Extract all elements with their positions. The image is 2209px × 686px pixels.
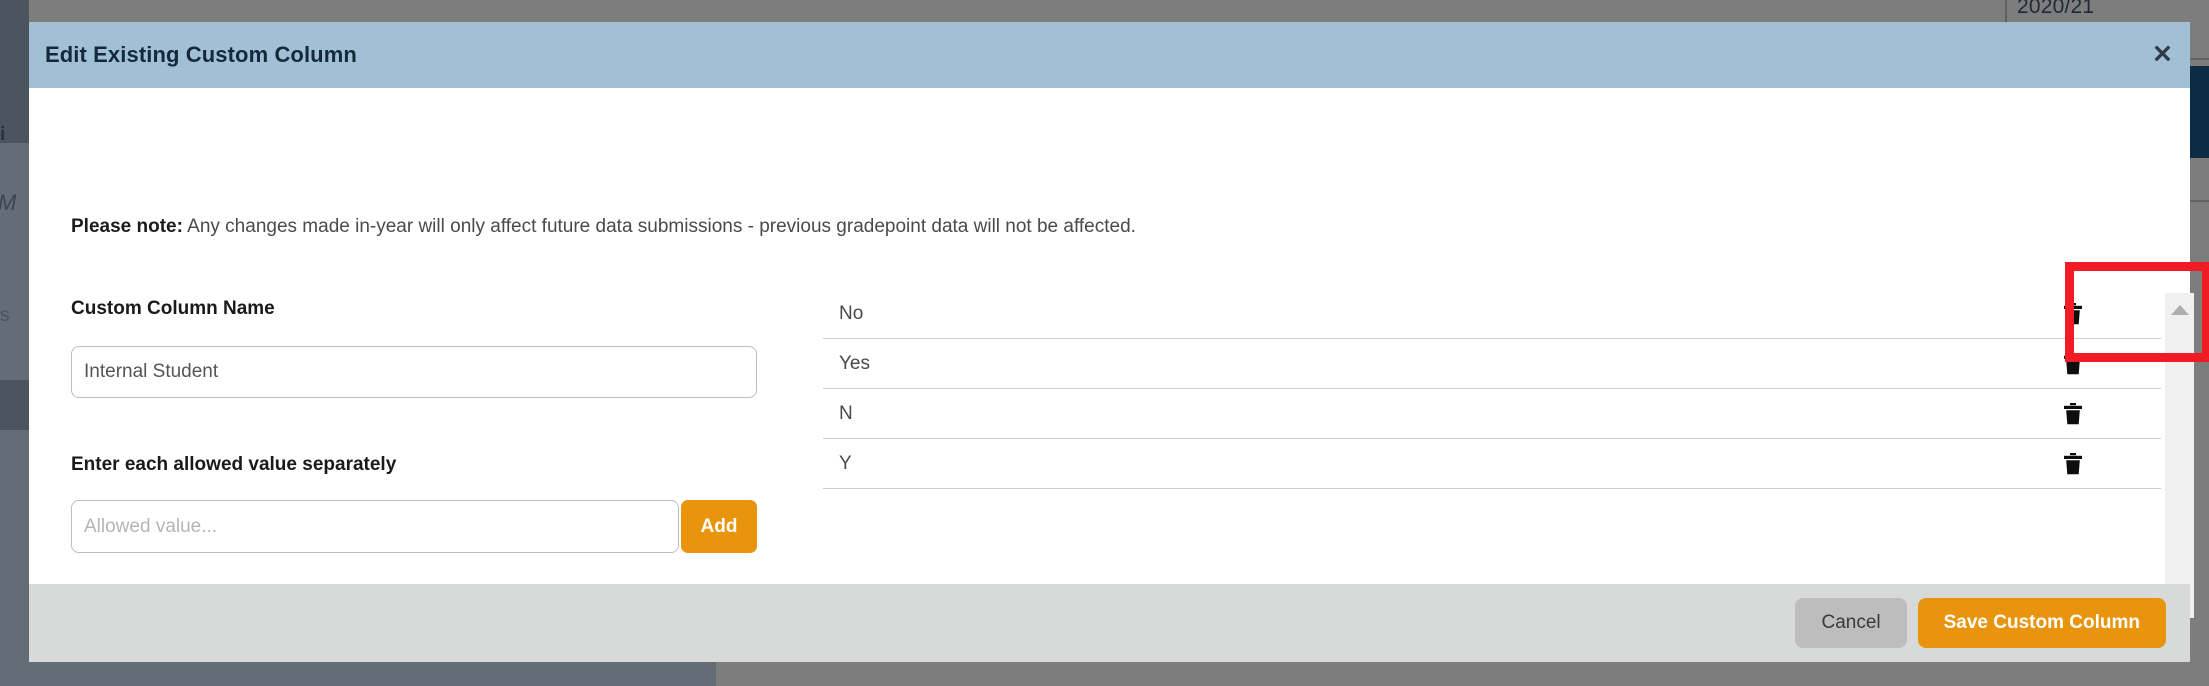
background-sidebar-top-section bbox=[0, 0, 29, 143]
background-text-fragment-1: i bbox=[0, 124, 6, 145]
please-note-strong: Please note: bbox=[71, 216, 183, 237]
caret-up-icon[interactable] bbox=[2170, 305, 2189, 315]
table-row[interactable]: N bbox=[823, 389, 2161, 439]
trash-icon[interactable] bbox=[2063, 452, 2083, 475]
table-row[interactable]: Y bbox=[823, 439, 2161, 489]
background-bottom-strip bbox=[0, 662, 716, 686]
background-text-fragment-2: M bbox=[0, 190, 20, 216]
table-row[interactable]: Yes bbox=[823, 339, 2161, 389]
background-navy-panel bbox=[2190, 66, 2209, 158]
close-icon[interactable]: ✕ bbox=[2152, 42, 2173, 68]
cancel-button[interactable]: Cancel bbox=[1795, 598, 1907, 648]
background-right-divider-top bbox=[2190, 58, 2209, 60]
values-list-scrollbar[interactable] bbox=[2165, 293, 2194, 618]
custom-column-name-input[interactable] bbox=[71, 346, 757, 398]
add-button[interactable]: Add bbox=[681, 500, 757, 553]
allowed-value-text: No bbox=[839, 302, 864, 324]
background-topbar bbox=[29, 0, 2209, 22]
trash-icon[interactable] bbox=[2063, 352, 2083, 375]
allowed-values-list: No Yes N Y bbox=[823, 289, 2161, 619]
edit-custom-column-dialog: Edit Existing Custom Column ✕ Please not… bbox=[29, 22, 2209, 662]
dialog-header: Edit Existing Custom Column ✕ bbox=[29, 22, 2190, 88]
dialog-body: Please note: Any changes made in-year wi… bbox=[29, 88, 2209, 618]
background-sidebar-mid-section bbox=[0, 380, 29, 430]
page-root: 2020/21 i M s Edit Existing Custom Colum… bbox=[0, 0, 2209, 686]
please-note-rest: Any changes made in-year will only affec… bbox=[182, 216, 1136, 237]
background-right-divider-bottom bbox=[2190, 200, 2209, 202]
trash-icon[interactable] bbox=[2063, 402, 2083, 425]
background-text-fragment-3: s bbox=[0, 305, 10, 326]
dialog-footer: Cancel Save Custom Column bbox=[29, 584, 2190, 662]
please-note-text: Please note: Any changes made in-year wi… bbox=[71, 216, 1136, 238]
table-row[interactable]: No bbox=[823, 289, 2161, 339]
allowed-value-text: Yes bbox=[839, 352, 870, 374]
save-custom-column-button[interactable]: Save Custom Column bbox=[1917, 598, 2166, 648]
background-year-label: 2020/21 bbox=[2017, 0, 2095, 18]
background-year-divider bbox=[2005, 0, 2007, 22]
dialog-title: Edit Existing Custom Column bbox=[45, 42, 357, 67]
allowed-value-text: Y bbox=[839, 452, 852, 474]
allowed-value-input[interactable] bbox=[71, 500, 679, 553]
trash-icon[interactable] bbox=[2063, 302, 2083, 325]
custom-column-name-label: Custom Column Name bbox=[71, 298, 275, 319]
allowed-value-text: N bbox=[839, 402, 853, 424]
allowed-value-label: Enter each allowed value separately bbox=[71, 454, 397, 475]
